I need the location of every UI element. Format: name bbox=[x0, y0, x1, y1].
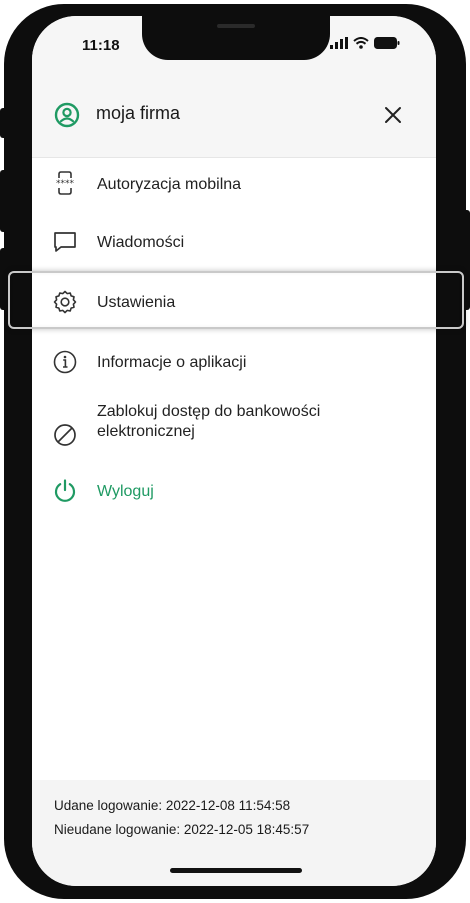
home-indicator[interactable] bbox=[170, 868, 302, 873]
menu-item-app-info[interactable]: Informacje o aplikacji bbox=[32, 337, 436, 387]
menu-label-mobile-authorization: Autoryzacja mobilna bbox=[97, 176, 242, 193]
status-time: 11:18 bbox=[82, 37, 120, 54]
status-icons bbox=[330, 36, 400, 50]
menu-label-block-access-line2: elektronicznej bbox=[97, 423, 195, 440]
successful-login-text: Udane logowanie: 2022-12-08 11:54:58 bbox=[54, 798, 291, 813]
close-icon bbox=[385, 107, 401, 123]
speaker-grille bbox=[217, 24, 255, 28]
menu-label-app-info: Informacje o aplikacji bbox=[97, 354, 247, 371]
signal-icon bbox=[330, 37, 348, 49]
profile-icon bbox=[54, 102, 80, 128]
volume-down-button bbox=[0, 248, 8, 310]
menu-label-block-access: Zablokuj dostęp do bankowości bbox=[97, 403, 321, 420]
menu-label-logout: Wyloguj bbox=[97, 483, 154, 500]
svg-text:****: **** bbox=[56, 179, 75, 189]
failed-login-text: Nieudane logowanie: 2022-12-05 18:45:57 bbox=[54, 822, 310, 837]
power-icon bbox=[54, 479, 76, 502]
menu-item-messages[interactable]: Wiadomości bbox=[32, 217, 436, 267]
menu-label-messages: Wiadomości bbox=[97, 234, 185, 251]
firm-name: moja firma bbox=[96, 103, 181, 123]
wifi-icon bbox=[353, 37, 369, 49]
info-icon bbox=[53, 350, 77, 374]
menu-item-settings[interactable]: Ustawienia bbox=[32, 277, 436, 327]
phone-screen: 11:18 moja firma **** Autoryzacja mobiln… bbox=[32, 16, 436, 886]
menu-label-settings: Ustawienia bbox=[97, 294, 176, 311]
mobile-authorization-icon: **** bbox=[56, 171, 75, 195]
volume-up-button bbox=[0, 170, 8, 232]
menu-item-logout[interactable]: Wyloguj bbox=[32, 466, 436, 516]
close-button[interactable] bbox=[378, 100, 408, 130]
message-icon bbox=[54, 232, 76, 252]
menu-item-mobile-authorization[interactable]: **** Autoryzacja mobilna bbox=[32, 158, 436, 208]
block-icon bbox=[54, 424, 76, 446]
battery-icon bbox=[374, 37, 400, 49]
settings-icon bbox=[53, 290, 77, 314]
power-side-button bbox=[462, 210, 470, 310]
header: moja firma bbox=[32, 72, 436, 158]
mute-switch bbox=[0, 108, 8, 138]
menu-item-block-access[interactable]: Zablokuj dostęp do bankowości elektronic… bbox=[32, 396, 436, 466]
notch bbox=[142, 16, 330, 60]
